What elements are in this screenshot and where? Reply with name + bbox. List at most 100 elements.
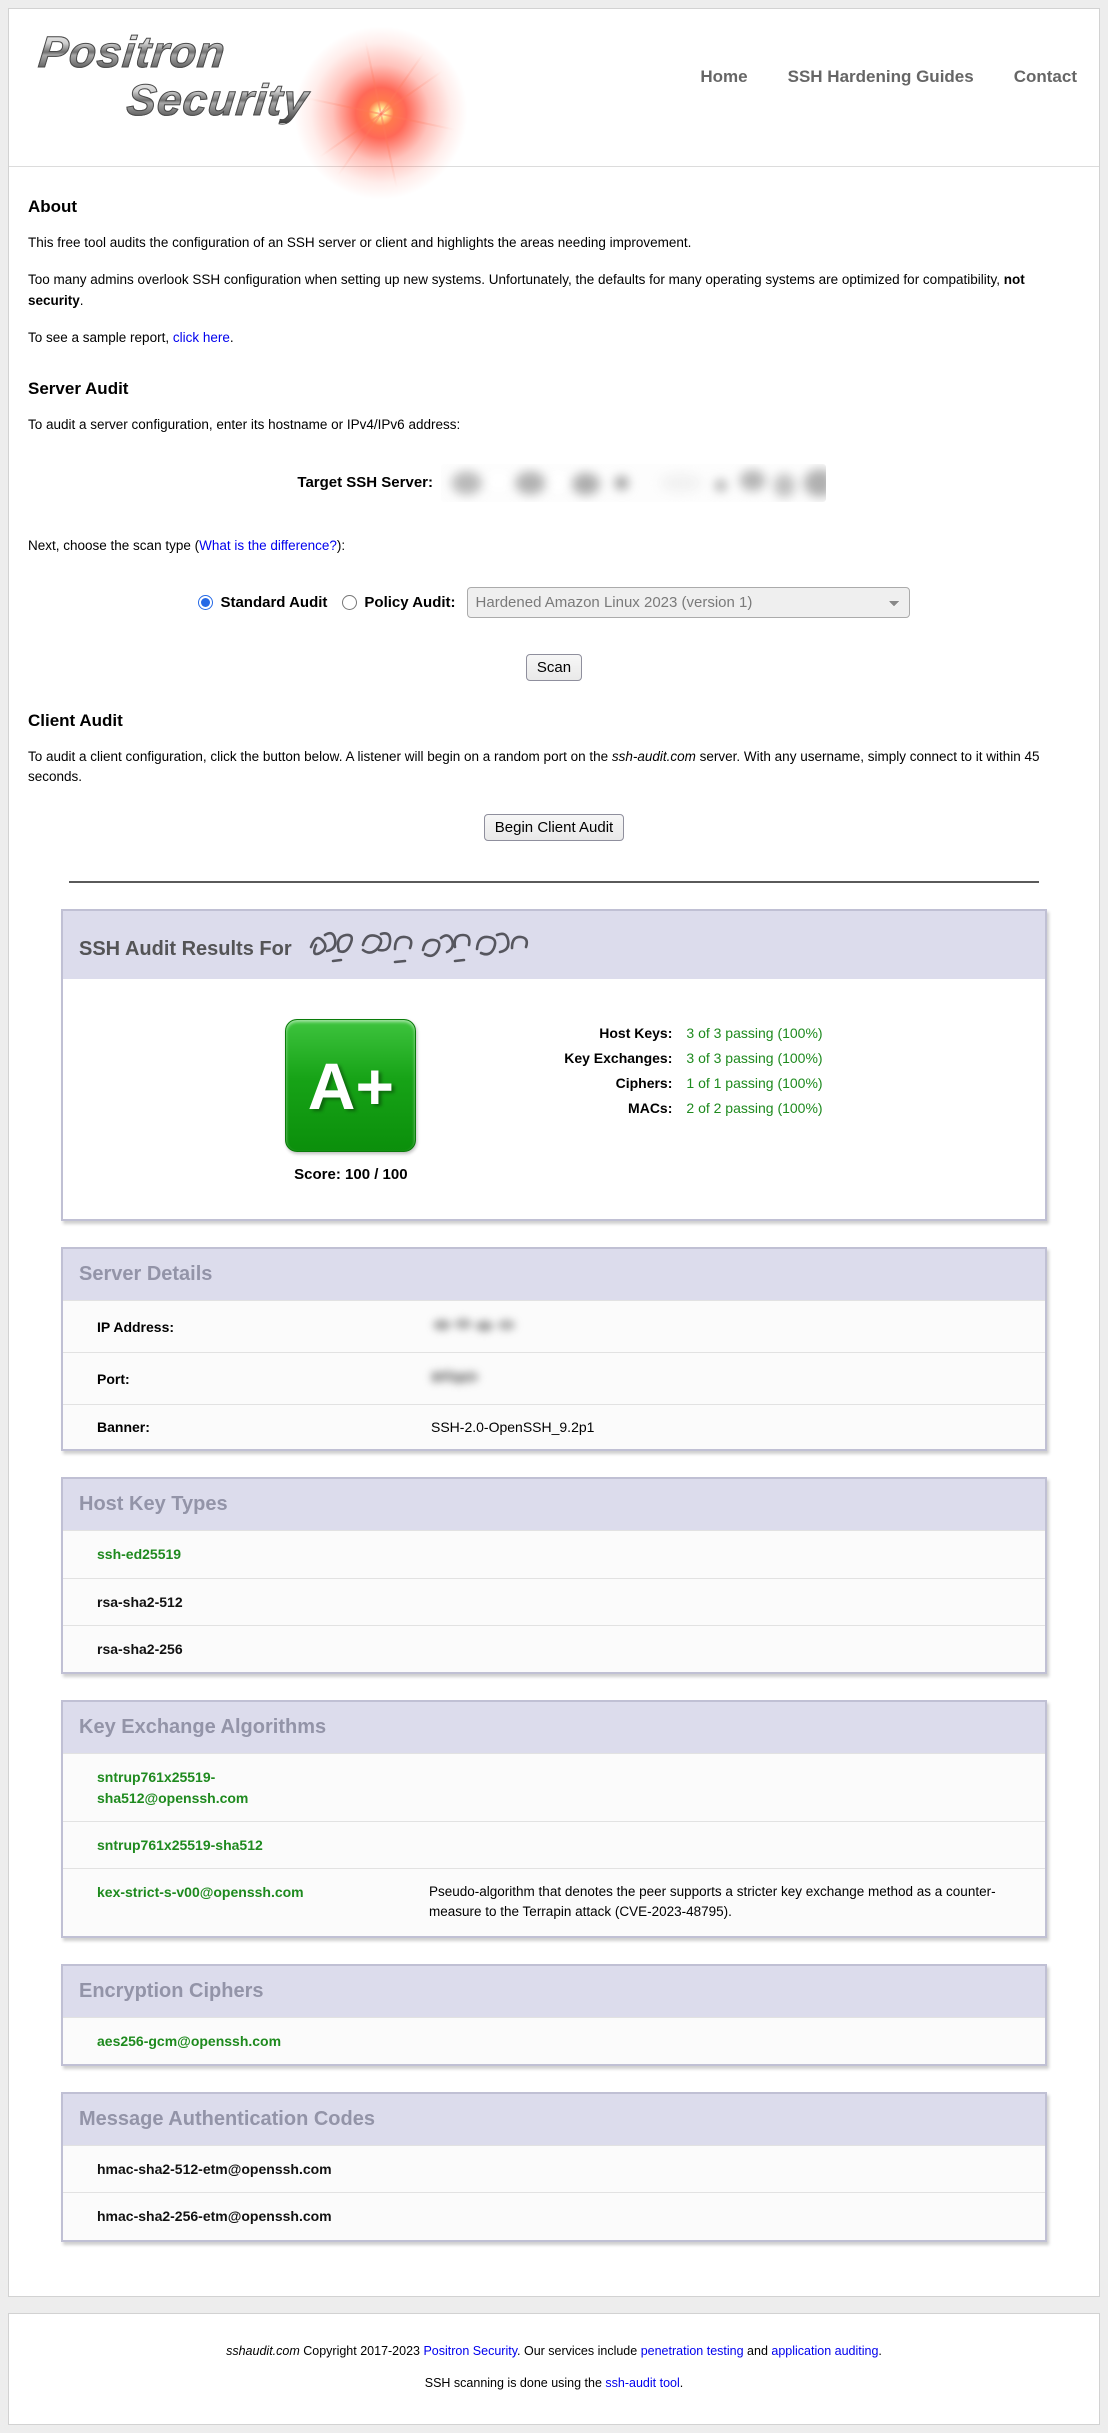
client-audit-paragraph: To audit a client configuration, click t…: [28, 747, 1080, 789]
algorithm-name: rsa-sha2-512: [97, 1592, 349, 1612]
target-server-row: Target SSH Server:: [28, 464, 1080, 502]
table-row: Port:: [63, 1352, 1045, 1404]
table-row: IP Address:: [63, 1300, 1045, 1352]
client-audit-heading: Client Audit: [28, 711, 1080, 731]
scan-type-difference-link[interactable]: What is the difference?: [199, 538, 337, 553]
stat-label: MACs:: [472, 1100, 672, 1116]
table-row: rsa-sha2-512: [63, 1578, 1045, 1625]
footer-link-penetration-testing[interactable]: penetration testing: [641, 2344, 744, 2358]
logo-text-line2: Security: [125, 79, 311, 123]
host-key-types-title: Host Key Types: [63, 1479, 1045, 1530]
table-row: Banner: SSH-2.0-OpenSSH_9.2p1: [63, 1404, 1045, 1449]
table-row: ssh-ed25519: [63, 1530, 1045, 1577]
server-audit-intro: To audit a server configuration, enter i…: [28, 415, 1080, 436]
stat-row-macs: MACs: 2 of 2 passing (100%): [472, 1100, 822, 1116]
scan-type-end: ):: [337, 538, 345, 553]
grade-badge: A+: [285, 1019, 416, 1152]
about-paragraph-2: Too many admins overlook SSH configurati…: [28, 270, 1080, 312]
banner-value: SSH-2.0-OpenSSH_9.2p1: [431, 1419, 1025, 1435]
stat-value: 3 of 3 passing (100%): [686, 1050, 822, 1066]
ip-address-label: IP Address:: [97, 1319, 431, 1335]
algorithm-name: sntrup761x25519-sha512@openssh.com: [97, 1767, 349, 1808]
footer-line-2: SSH scanning is done using the ssh-audit…: [19, 2376, 1089, 2390]
site-footer: sshaudit.com Copyright 2017-2023 Positro…: [8, 2313, 1100, 2425]
redacted-hostname-blur: [441, 464, 826, 502]
site-header: Positron Security Home SSH Hardening Gui…: [9, 9, 1099, 167]
stat-value: 3 of 3 passing (100%): [686, 1025, 822, 1041]
server-details-title: Server Details: [63, 1249, 1045, 1300]
score-text: Score: 100 / 100: [285, 1166, 416, 1183]
key-exchange-title: Key Exchange Algorithms: [63, 1702, 1045, 1753]
sample-report-text: To see a sample report,: [28, 330, 173, 345]
policy-audit-radio[interactable]: [342, 595, 357, 610]
footer-link-ssh-audit-tool[interactable]: ssh-audit tool: [605, 2376, 679, 2390]
message-authentication-codes-box: Message Authentication Codes hmac-sha2-5…: [61, 2092, 1047, 2242]
ssh-audit-results-box: SSH Audit Results For A+ Score: 100 / 10…: [61, 909, 1047, 1221]
stat-value: 1 of 1 passing (100%): [686, 1075, 822, 1091]
algorithm-note: [429, 1835, 1021, 1855]
begin-client-audit-button[interactable]: Begin Client Audit: [484, 814, 624, 841]
standard-audit-label[interactable]: Standard Audit: [220, 594, 327, 611]
results-title-bar: SSH Audit Results For: [63, 911, 1045, 979]
stat-row-key-exchanges: Key Exchanges: 3 of 3 passing (100%): [472, 1050, 822, 1066]
stats-list: Host Keys: 3 of 3 passing (100%) Key Exc…: [472, 1025, 822, 1183]
footer-text: .: [680, 2376, 683, 2390]
starburst-flare-icon: [291, 23, 471, 203]
table-row: hmac-sha2-512-etm@openssh.com: [63, 2145, 1045, 2192]
algorithm-name: sntrup761x25519-sha512: [97, 1835, 349, 1855]
standard-audit-radio[interactable]: [198, 595, 213, 610]
policy-audit-label[interactable]: Policy Audit:: [364, 594, 455, 611]
table-row: aes256-gcm@openssh.com: [63, 2017, 1045, 2064]
scan-button[interactable]: Scan: [526, 654, 582, 681]
key-exchange-algorithms-box: Key Exchange Algorithms sntrup761x25519-…: [61, 1700, 1047, 1937]
table-row: rsa-sha2-256: [63, 1625, 1045, 1672]
server-audit-heading: Server Audit: [28, 379, 1080, 399]
nav-link-contact[interactable]: Contact: [1014, 67, 1077, 87]
algorithm-name: ssh-ed25519: [97, 1544, 349, 1564]
footer-link-positron-security[interactable]: Positron Security: [423, 2344, 517, 2358]
footer-text: .: [878, 2344, 881, 2358]
nav-link-ssh-hardening-guides[interactable]: SSH Hardening Guides: [788, 67, 974, 87]
footer-text: and: [744, 2344, 772, 2358]
redacted-hostname-scribble: [305, 925, 530, 965]
algorithm-note: Pseudo-algorithm that denotes the peer s…: [429, 1882, 1021, 1923]
about-heading: About: [28, 197, 1080, 217]
sample-report-end: .: [230, 330, 234, 345]
target-ssh-server-input[interactable]: [441, 464, 826, 502]
footer-text: SSH scanning is done using the: [425, 2376, 606, 2390]
table-row: sntrup761x25519-sha512: [63, 1821, 1045, 1868]
redacted-port-value: [431, 1366, 479, 1388]
results-title-text: SSH Audit Results For: [79, 938, 292, 960]
encryption-ciphers-box: Encryption Ciphers aes256-gcm@openssh.co…: [61, 1964, 1047, 2066]
algorithm-name: rsa-sha2-256: [97, 1639, 349, 1659]
grade-panel: A+ Score: 100 / 100 Host Keys: 3 of 3 pa…: [63, 979, 1045, 1219]
policy-select[interactable]: Hardened Amazon Linux 2023 (version 1): [467, 587, 910, 618]
footer-line-1: sshaudit.com Copyright 2017-2023 Positro…: [19, 2344, 1089, 2358]
target-ssh-server-label: Target SSH Server:: [28, 474, 441, 491]
stat-label: Ciphers:: [472, 1075, 672, 1091]
scan-type-radio-row: Standard Audit Policy Audit: Hardened Am…: [28, 587, 1080, 618]
algorithm-note: [429, 1767, 1021, 1808]
stat-row-ciphers: Ciphers: 1 of 1 passing (100%): [472, 1075, 822, 1091]
stat-label: Key Exchanges:: [472, 1050, 672, 1066]
sample-report-paragraph: To see a sample report, click here.: [28, 328, 1080, 349]
scan-type-text: Next, choose the scan type (: [28, 538, 199, 553]
positron-security-logo[interactable]: Positron Security: [39, 31, 469, 151]
host-key-types-box: Host Key Types ssh-ed25519 rsa-sha2-512 …: [61, 1477, 1047, 1674]
footer-link-application-auditing[interactable]: application auditing: [771, 2344, 878, 2358]
redacted-ip-value: [431, 1314, 523, 1336]
table-row: hmac-sha2-256-etm@openssh.com: [63, 2192, 1045, 2239]
logo-text-line1: Positron: [37, 31, 228, 75]
main-nav: Home SSH Hardening Guides Contact: [700, 67, 1077, 87]
macs-title: Message Authentication Codes: [63, 2094, 1045, 2145]
grade-letter: A+: [308, 1048, 394, 1124]
sample-report-link[interactable]: click here: [173, 330, 230, 345]
stat-label: Host Keys:: [472, 1025, 672, 1041]
scan-type-paragraph: Next, choose the scan type (What is the …: [28, 536, 1080, 557]
stat-row-host-keys: Host Keys: 3 of 3 passing (100%): [472, 1025, 822, 1041]
nav-link-home[interactable]: Home: [700, 67, 747, 87]
algorithm-name: aes256-gcm@openssh.com: [97, 2031, 349, 2051]
server-details-box: Server Details IP Address: Port: Banner:…: [61, 1247, 1047, 1451]
footer-text: Copyright 2017-2023: [300, 2344, 424, 2358]
footer-domain: sshaudit.com: [226, 2344, 300, 2358]
